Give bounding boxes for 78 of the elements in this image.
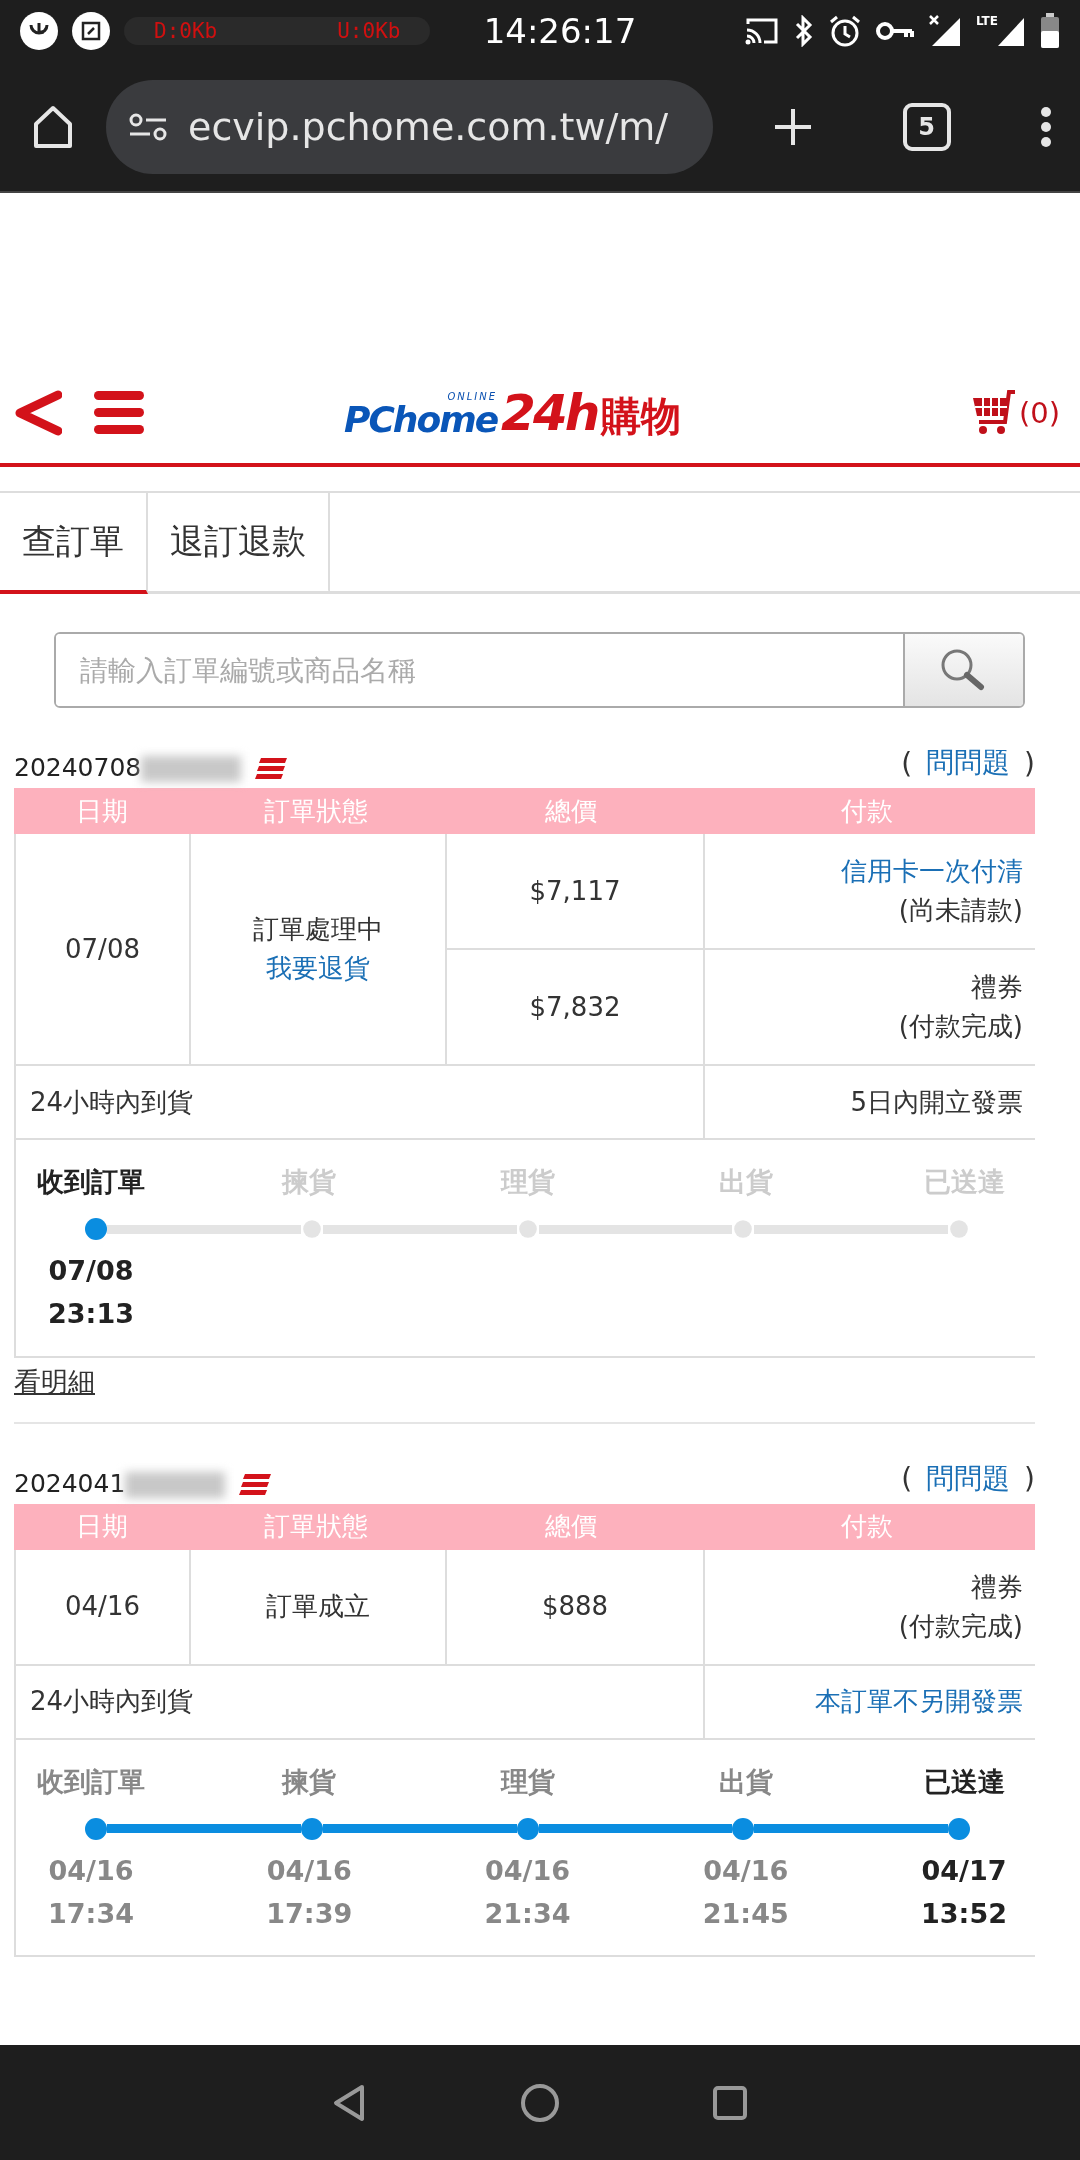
app-icon [20,12,58,50]
payment-method[interactable]: 信用卡一次付清 [841,852,1023,891]
step-label: 出貨 [718,1764,773,1799]
back-icon[interactable] [14,389,62,437]
column-header: 日期 [74,794,129,828]
column-header: 訂單狀態 [263,1510,369,1544]
tab-count-button[interactable]: 5 [902,102,951,151]
step-date: 04/16 [266,1853,352,1888]
step-time: 17:39 [266,1896,353,1931]
column-header: 付款 [840,794,894,828]
details-link[interactable]: 看明細 [14,1363,95,1400]
order-number: 2024041 [14,1468,126,1498]
order-status: 訂單成立 [266,1590,370,1624]
upload-speed: U:0Kb [337,19,401,43]
step-date: 04/17 [921,1853,1007,1888]
step-time: 21:34 [484,1896,571,1931]
payment-method: 禮券 [971,971,1023,1004]
step-date: 04/16 [703,1853,789,1888]
tab[interactable]: 退訂退款 [148,493,330,594]
step-date: 04/16 [485,1853,570,1888]
step-time: 21:45 [702,1896,789,1931]
step-label: 理貨 [500,1764,555,1799]
cast-icon [743,16,780,46]
new-tab-icon[interactable] [773,106,813,147]
step-date: 04/16 [48,1853,134,1888]
alarm-icon [827,14,862,48]
payment-state: (付款完成) [898,1609,1023,1643]
date-cell: 04/16 [16,1549,189,1664]
ask-question-link[interactable]: 問問題 [926,1459,1011,1498]
search-button[interactable] [903,634,1023,706]
menu-icon[interactable] [1040,106,1052,147]
return-link[interactable]: 我要退貨 [266,949,370,988]
step-label: 收到訂單 [37,1764,145,1799]
column-header: 總價 [544,1510,598,1544]
column-header: 付款 [840,1510,894,1544]
column-header: 訂單狀態 [263,794,369,828]
payment-method: 禮券 [971,1570,1023,1604]
order-icon [239,1473,272,1496]
tab[interactable]: 查訂單 [0,493,148,594]
clock: 14:26:17 [482,11,637,51]
total-cell: $7,117 [447,834,703,948]
step-label: 已送達 [923,1764,1005,1799]
payment-state: (付款完成) [898,1010,1023,1043]
step-label: 揀貨 [282,1764,337,1799]
cart-button[interactable]: (0) [970,390,1060,436]
order-status: 訂單處理中 [253,913,383,946]
battery-icon [1040,13,1060,49]
paren: ( [901,1462,913,1496]
network-type: LTE [975,14,998,28]
step-time: 13:52 [921,1896,1007,1931]
step-time: 23:13 [48,1297,134,1332]
paren: ) [1024,746,1035,780]
payment-state: (尚未請款) [898,894,1023,927]
delivery-cell: 24小時內到貨 [16,1066,703,1138]
step-time: 17:34 [48,1896,134,1931]
total-cell: $888 [447,1549,703,1664]
download-speed: D:0Kb [154,19,218,43]
delivery-cell: 24小時內到貨 [16,1665,703,1738]
step-label: 收到訂單 [37,1165,145,1199]
column-header: 總價 [544,794,598,828]
order-icon [255,758,288,780]
total-cell: $7,832 [447,950,703,1064]
step-date: 07/08 [48,1254,134,1289]
order-number: 20240708 [14,753,142,782]
bluetooth-icon [793,15,814,47]
paren: ( [901,746,913,780]
cart-icon [970,390,1017,436]
column-header: 日期 [74,1510,129,1544]
screenshot-icon [72,12,110,50]
site-settings-icon[interactable] [128,111,168,142]
ask-question-link[interactable]: 問問題 [926,744,1011,782]
paren: ) [1024,1462,1035,1496]
date-cell: 07/08 [16,834,189,1064]
home-icon[interactable] [520,2082,560,2123]
address-bar[interactable]: ecvip.pchome.com.tw/m/ [106,79,713,174]
search-field[interactable]: 請輸入訂單編號或商品名稱 [54,632,1025,708]
signal-icon [927,14,962,48]
key-icon [875,20,914,42]
